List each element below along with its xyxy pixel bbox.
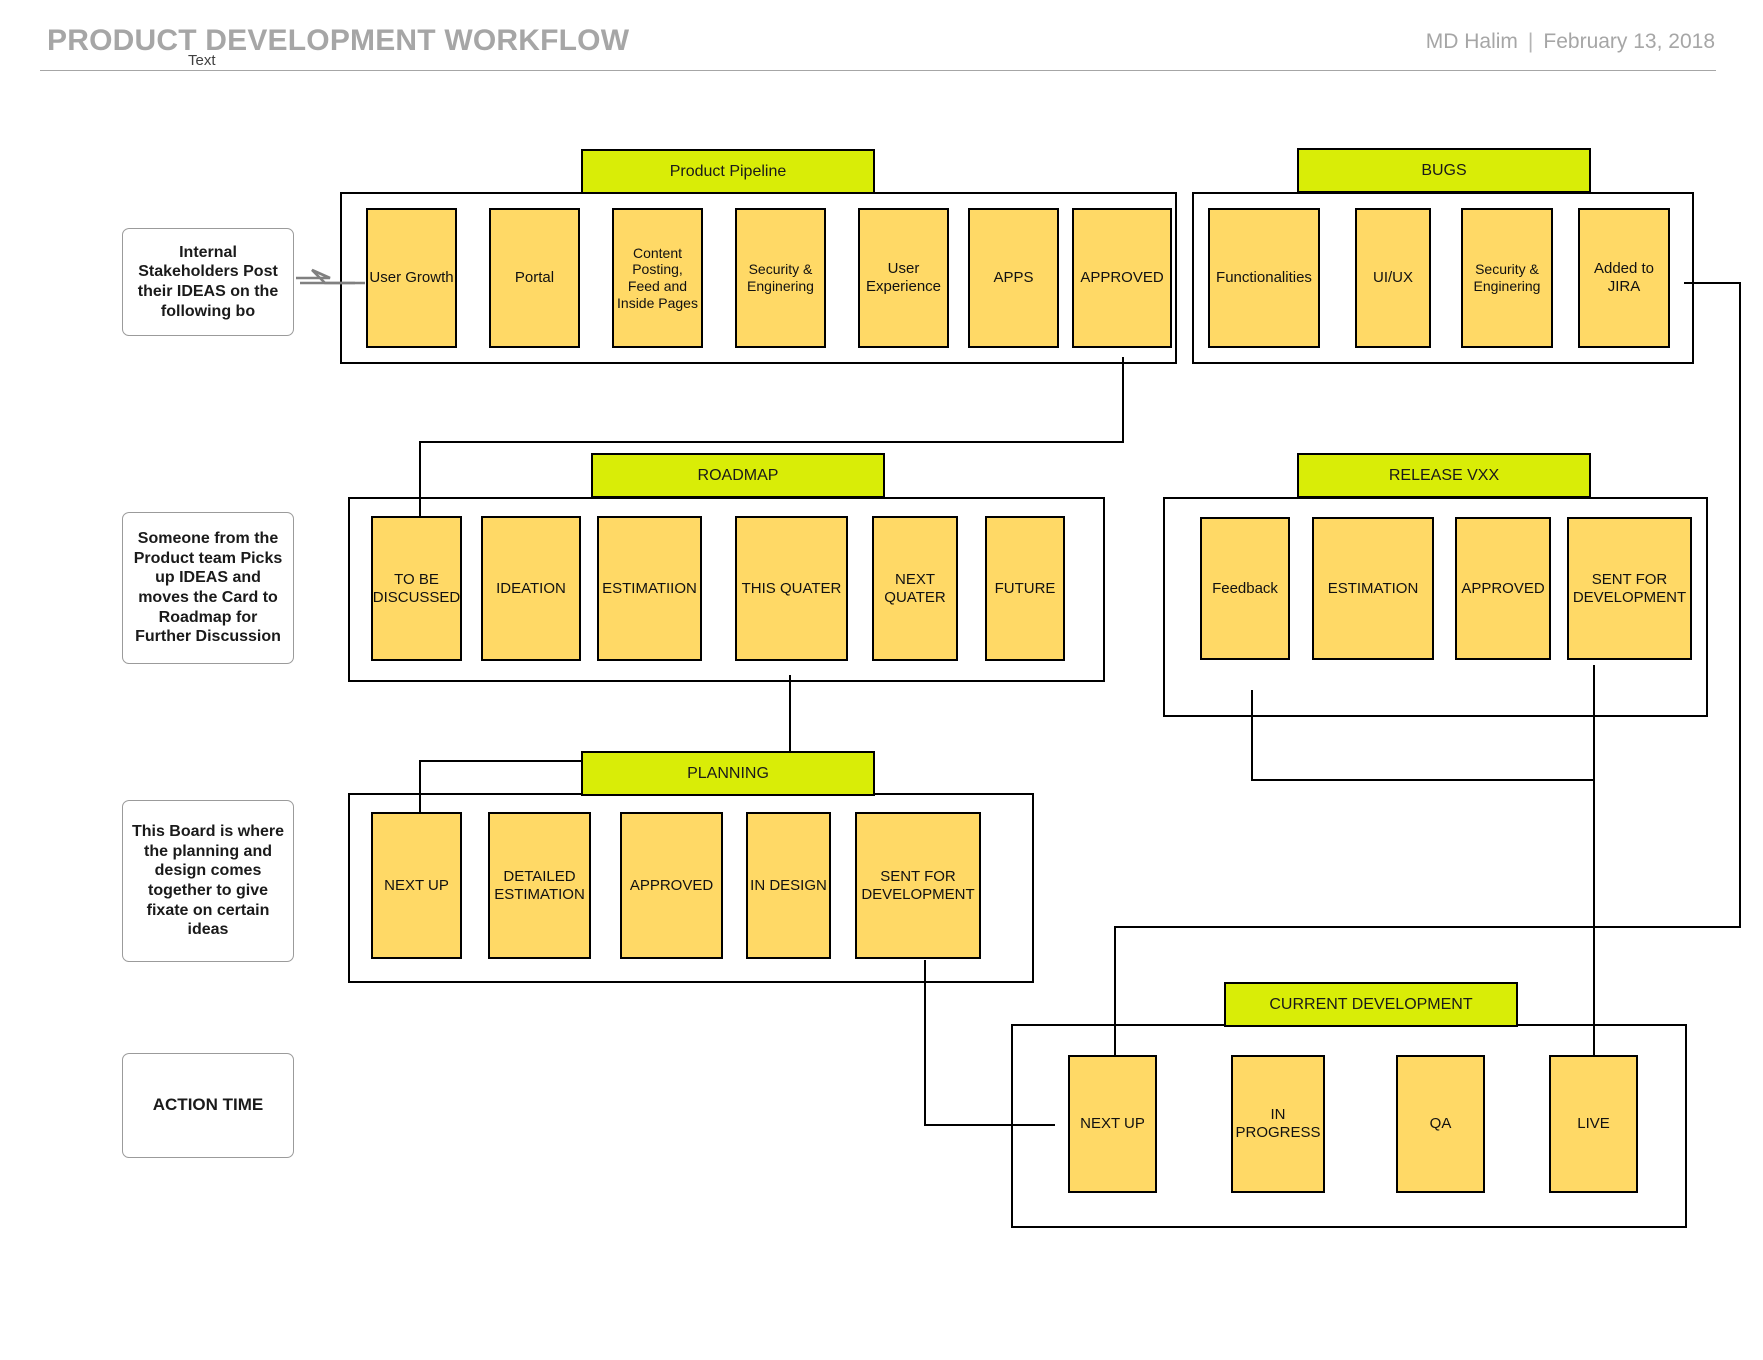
card-estimation-release[interactable]: ESTIMATION [1312, 517, 1434, 660]
card-ui-ux[interactable]: UI/UX [1355, 208, 1431, 348]
card-security-enginering-bugs[interactable]: Security & Enginering [1461, 208, 1553, 348]
card-estimatiion[interactable]: ESTIMATIION [597, 516, 702, 661]
date-label: February 13, 2018 [1543, 30, 1715, 53]
card-functionalities[interactable]: Functionalities [1208, 208, 1320, 348]
header-meta: MD Halim | February 13, 2018 [1426, 30, 1715, 54]
card-next-quater[interactable]: NEXT QUATER [872, 516, 958, 661]
card-approved-release[interactable]: APPROVED [1455, 517, 1551, 660]
card-sent-for-development-release[interactable]: SENT FOR DEVELOPMENT [1567, 517, 1692, 660]
card-portal[interactable]: Portal [489, 208, 580, 348]
card-sent-for-development-planning[interactable]: SENT FOR DEVELOPMENT [855, 812, 981, 959]
header-divider [40, 70, 1716, 71]
workflow-diagram-canvas: PRODUCT DEVELOPMENT WORKFLOW Text MD Hal… [0, 0, 1763, 1360]
note-action-time: ACTION TIME [122, 1053, 294, 1158]
author-label: MD Halim [1425, 30, 1518, 53]
card-feedback[interactable]: Feedback [1200, 517, 1290, 660]
board-title-planning: PLANNING [581, 751, 875, 796]
page-title: PRODUCT DEVELOPMENT WORKFLOW [47, 24, 630, 57]
card-apps[interactable]: APPS [968, 208, 1059, 348]
card-live[interactable]: LIVE [1549, 1055, 1638, 1193]
card-content-posting[interactable]: Content Posting, Feed and Inside Pages [612, 208, 703, 348]
card-next-up-planning[interactable]: NEXT UP [371, 812, 462, 959]
card-ideation[interactable]: IDEATION [481, 516, 581, 661]
card-next-up-current-development[interactable]: NEXT UP [1068, 1055, 1157, 1193]
card-future[interactable]: FUTURE [985, 516, 1065, 661]
board-title-current-development: CURRENT DEVELOPMENT [1224, 982, 1518, 1027]
card-user-experience[interactable]: User Experience [858, 208, 949, 348]
board-title-roadmap: ROADMAP [591, 453, 885, 498]
meta-separator: | [1527, 30, 1534, 53]
card-added-to-jira[interactable]: Added to JIRA [1578, 208, 1670, 348]
card-detailed-estimation[interactable]: DETAILED ESTIMATION [488, 812, 591, 959]
card-approved-pipeline[interactable]: APPROVED [1072, 208, 1172, 348]
board-title-product-pipeline: Product Pipeline [581, 149, 875, 194]
card-approved-planning[interactable]: APPROVED [620, 812, 723, 959]
note-planning-board: This Board is where the planning and des… [122, 800, 294, 962]
card-user-growth[interactable]: User Growth [366, 208, 457, 348]
card-qa[interactable]: QA [1396, 1055, 1485, 1193]
note-internal-stakeholders: Internal Stakeholders Post their IDEAS o… [122, 228, 294, 336]
card-in-design[interactable]: IN DESIGN [746, 812, 831, 959]
header-subtitle: Text [183, 52, 221, 69]
card-this-quater[interactable]: THIS QUATER [735, 516, 848, 661]
card-security-enginering-pipeline[interactable]: Security & Enginering [735, 208, 826, 348]
card-to-be-discussed[interactable]: TO BE DISCUSSED [371, 516, 462, 661]
card-in-progress[interactable]: IN PROGRESS [1231, 1055, 1325, 1193]
board-title-release-vxx: RELEASE VXX [1297, 453, 1591, 498]
board-title-bugs: BUGS [1297, 148, 1591, 193]
note-product-team: Someone from the Product team Picks up I… [122, 512, 294, 664]
